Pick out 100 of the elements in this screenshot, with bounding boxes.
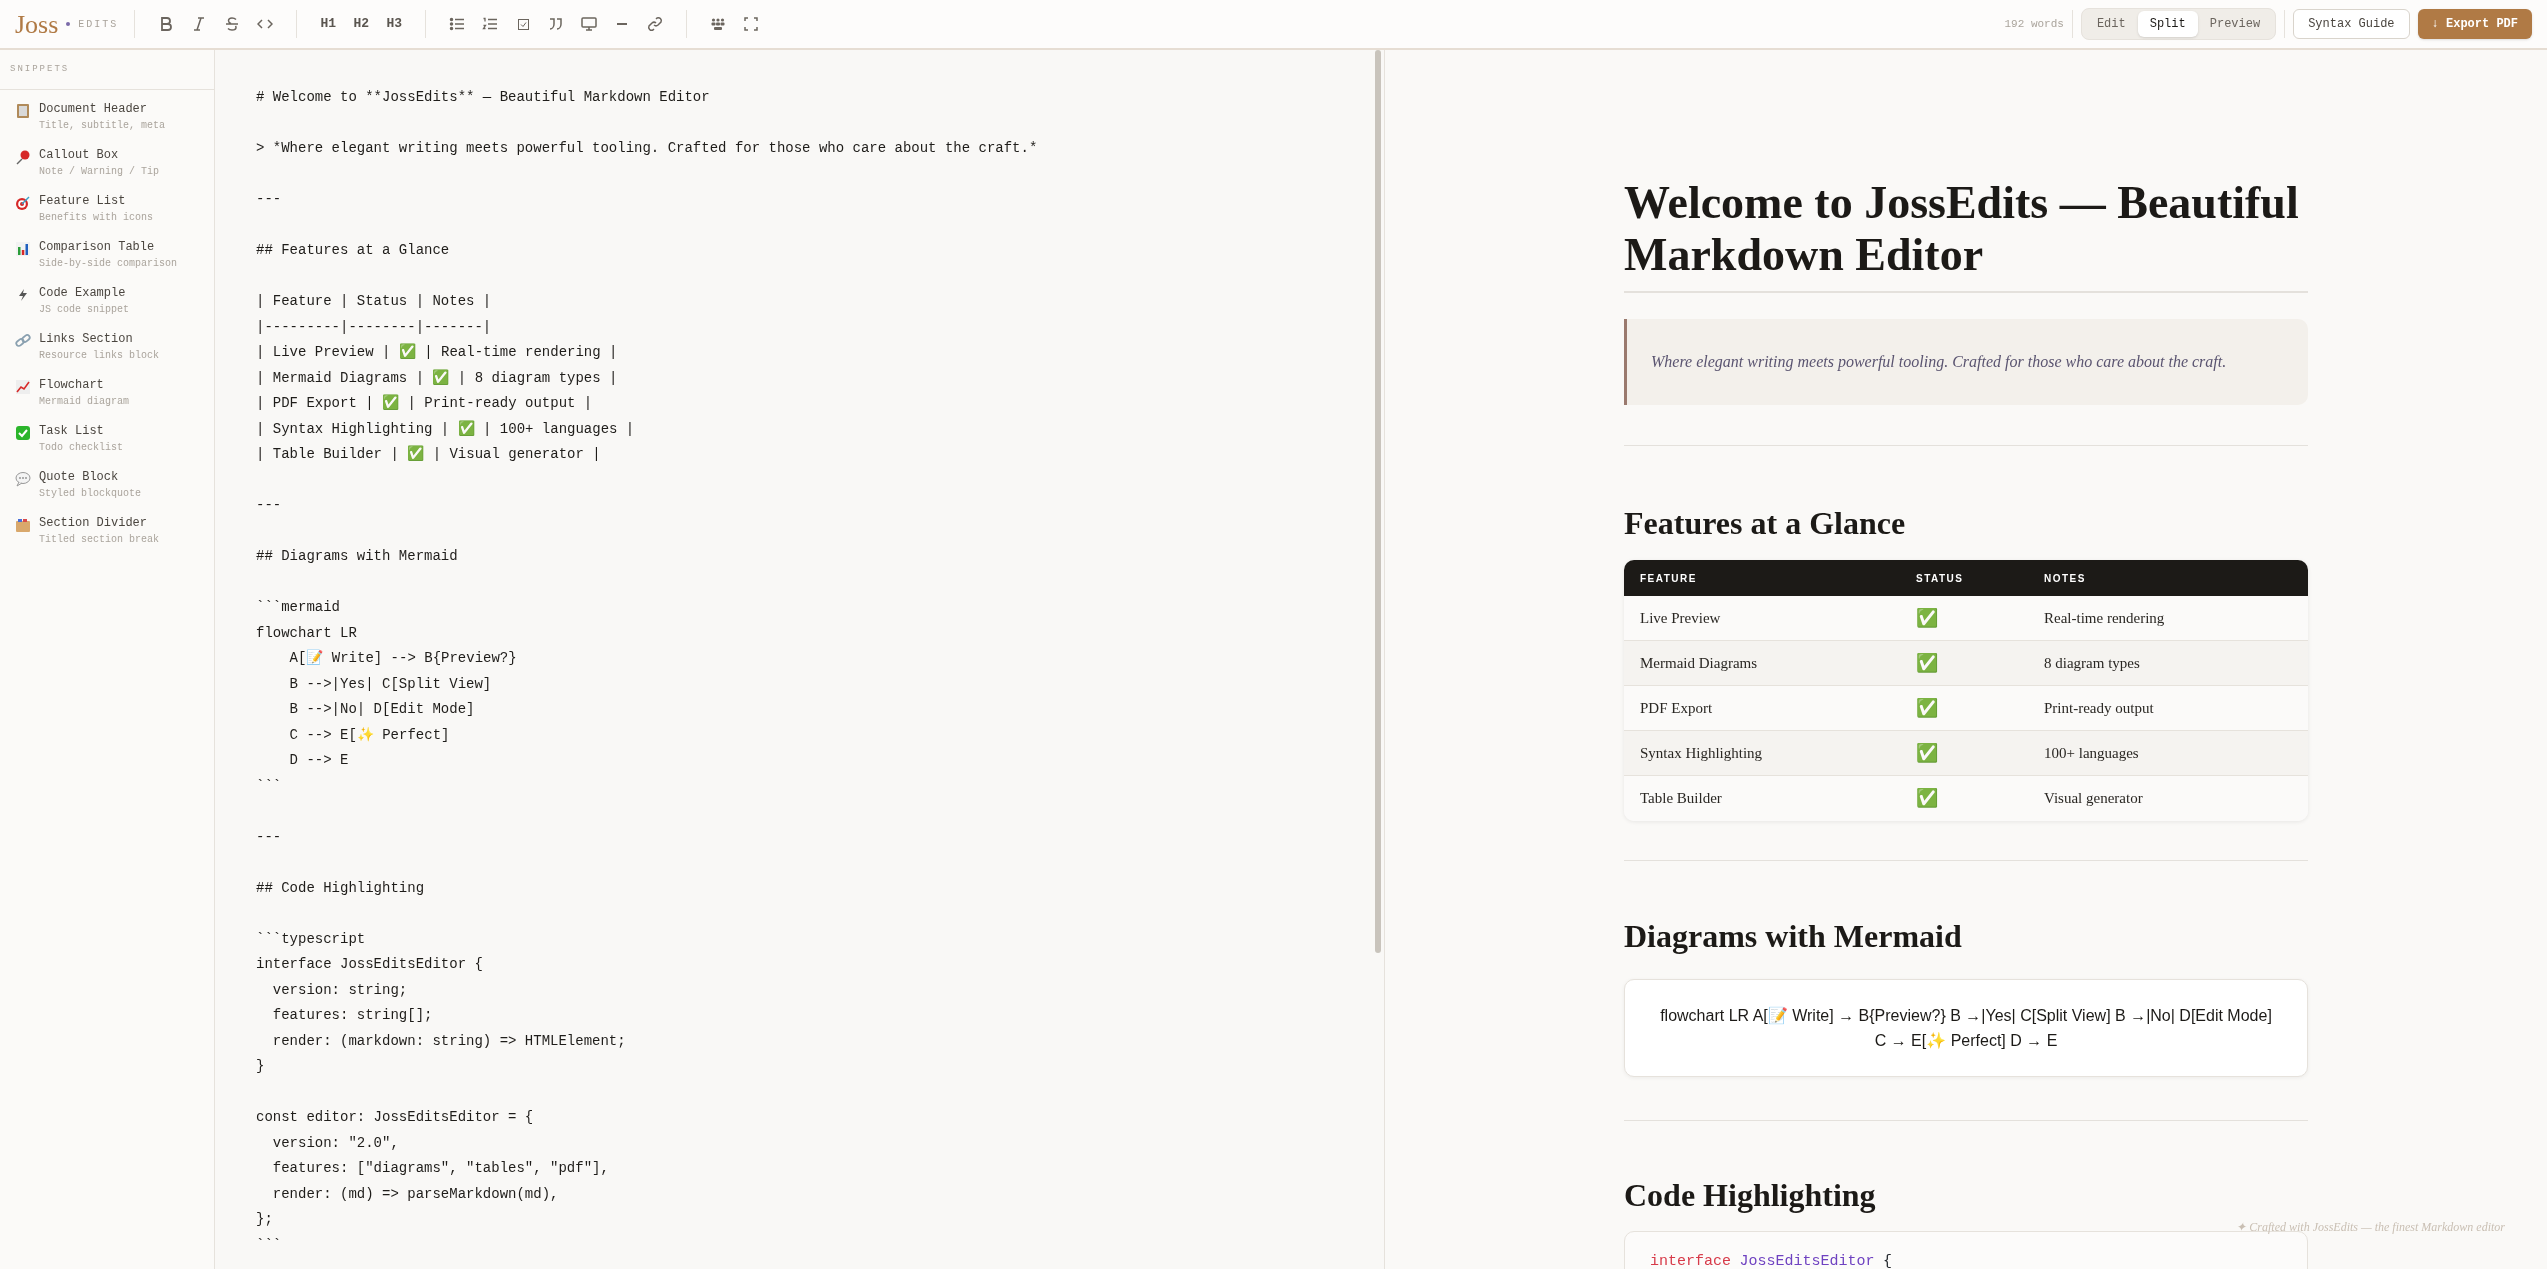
export-pdf-button[interactable]: ↓ Export PDF — [2417, 9, 2532, 39]
bullet-list-icon — [449, 16, 466, 32]
code-line: B -->|No| D[Edit Mode] — [288, 700, 476, 719]
snippet-item[interactable]: Comparison Table Side-by-side comparison — [0, 234, 214, 280]
speech-bubble-icon — [15, 471, 31, 487]
snippet-title: Task List — [39, 423, 105, 440]
code-line: version: string; — [271, 980, 409, 1000]
table-cell-text: Visual generator — [2043, 789, 2144, 809]
code-line: B -->|Yes| C[Split View] — [288, 674, 493, 694]
snippet-item[interactable]: Flowchart Mermaid diagram — [0, 372, 214, 418]
snippet-title: Section Divider — [39, 515, 149, 532]
code-line: --- — [256, 827, 283, 847]
code-token: interface — [1650, 1252, 1731, 1269]
code-line: ## Code Highlighting — [256, 878, 426, 898]
snippet-item[interactable]: Task List Todo checklist — [0, 418, 214, 464]
snippet-title: Comparison Table — [39, 239, 156, 256]
code-line: | Table Builder | ✅ | Visual generator | — [256, 444, 602, 464]
snippet-subtitle: Title, subtitle, meta — [39, 119, 166, 133]
bar-chart-icon — [15, 241, 31, 257]
line-chart-icon — [15, 379, 31, 395]
snippet-subtitle: Styled blockquote — [39, 487, 142, 501]
link-icon — [647, 16, 664, 32]
snippet-subtitle: Mermaid diagram — [39, 395, 129, 409]
strikethrough-icon — [224, 16, 241, 32]
snippet-item[interactable]: Document Header Title, subtitle, meta — [0, 96, 214, 142]
snippet-item[interactable]: Callout Box Note / Warning / Tip — [0, 142, 214, 188]
heading-button[interactable]: H3 — [379, 9, 410, 39]
code-line: features: string[]; — [271, 1006, 434, 1025]
snippet-title: Links Section — [39, 331, 134, 348]
code-line: ```typescript — [256, 929, 367, 949]
diagram-text: flowchart LR A[📝 Write] → B{Preview?} B →|Yes| C[Split View] B →|No| D[Edit Mode] C → E[✨ Perfect] D → E — [1659, 1006, 2273, 1051]
snippet-item[interactable]: Code Example JS code snippet — [0, 280, 214, 326]
code-line: }; — [256, 1210, 274, 1229]
code-line: version: "2.0", — [271, 1133, 400, 1153]
footer-note: ✦ Crafted with JossEdits — the finest Markdown editor — [2236, 1219, 2505, 1236]
logo-suffix: EDITS — [78, 17, 119, 32]
code-line: } — [256, 1057, 266, 1076]
snippet-title: Feature List — [39, 193, 127, 210]
column-header: FEATURE — [1639, 571, 1698, 586]
code-line: render: (markdown: string) => HTMLElement; — [271, 1031, 627, 1051]
view-mode-tab[interactable]: Edit — [2084, 11, 2138, 37]
snippet-subtitle: Resource links block — [39, 349, 160, 363]
monitor-icon — [581, 16, 598, 32]
table-cell-text: 100+ languages — [2043, 743, 2140, 763]
code-line: # Welcome to **JossEdits** — Beautiful Markdown Editor — [256, 88, 711, 107]
code-line: interface JossEditsEditor { — [256, 955, 484, 974]
quote-text: Where elegant writing meets powerful tooling. Crafted for those who care about the craft. — [1651, 352, 2227, 373]
code-line: --- — [256, 496, 283, 515]
view-mode-tab[interactable]: Preview — [2197, 11, 2273, 37]
scrollbar[interactable] — [1375, 50, 1381, 953]
syntax-guide-button[interactable]: Syntax Guide — [2293, 9, 2410, 39]
snippet-title: Code Example — [39, 285, 127, 302]
code-line: | Live Preview | ✅ | Real-time rendering | — [256, 342, 619, 362]
snippet-item[interactable]: Links Section Resource links block — [0, 326, 214, 372]
snippet-subtitle: Note / Warning / Tip — [39, 165, 160, 179]
code-line: features: ["diagrams", "tables", "pdf"], — [271, 1159, 610, 1178]
table-cell-text: PDF Export — [1639, 698, 1714, 718]
heading-button[interactable]: H1 — [313, 9, 344, 39]
heading-button[interactable]: H2 — [346, 9, 377, 39]
code-line: | Mermaid Diagrams | ✅ | 8 diagram types | — [256, 368, 619, 388]
table-cell-text: ✅ — [1915, 651, 1939, 675]
snippet-subtitle: Benefits with icons — [39, 211, 154, 225]
view-mode-tab[interactable]: Split — [2137, 11, 2198, 37]
snippet-item[interactable]: Section Divider Titled section break — [0, 510, 214, 556]
column-header: NOTES — [2043, 571, 2087, 586]
table-cell-text: Real-time rendering — [2043, 608, 2166, 628]
pin-icon — [15, 149, 31, 165]
table-cell-text: Print-ready output — [2043, 698, 2155, 718]
code-line: ## Features at a Glance — [256, 241, 451, 260]
snippet-item[interactable]: Quote Block Styled blockquote — [0, 464, 214, 510]
table-cell-text: ✅ — [1915, 606, 1939, 630]
code-line: |---------|--------|-------| — [256, 317, 493, 337]
document-icon — [15, 103, 31, 119]
code-line: | PDF Export | ✅ | Print-ready output | — [256, 393, 594, 413]
box-icon — [15, 517, 31, 533]
code-line: > *Where elegant writing meets powerful tooling. Crafted for those who care about the craft.* — [256, 139, 1039, 158]
code-line: ```mermaid — [256, 598, 341, 617]
code-line: | Feature | Status | Notes | — [256, 292, 493, 311]
code-line: render: (md) => parseMarkdown(md), — [271, 1184, 560, 1204]
document-title: Welcome to JossEdits — Beautiful Markdown Editor — [1624, 177, 2308, 293]
sidebar-title: SNIPPETS — [10, 62, 70, 76]
table-cell-text: Live Preview — [1639, 608, 1722, 628]
quote-icon — [548, 16, 565, 32]
snippet-item[interactable]: Feature List Benefits with icons — [0, 188, 214, 234]
people-icon — [711, 18, 726, 30]
table-cell-text: Syntax Highlighting — [1639, 743, 1764, 763]
snippet-title: Callout Box — [39, 147, 120, 164]
horizontal-rule-icon — [617, 23, 628, 25]
bold-icon — [158, 16, 175, 32]
table-cell-text: ✅ — [1915, 741, 1939, 765]
numbered-list-icon — [482, 16, 499, 32]
logo: Joss — [15, 8, 59, 41]
snippet-title: Flowchart — [39, 377, 105, 394]
fullscreen-icon — [744, 17, 759, 31]
code-token: { — [1883, 1252, 1893, 1269]
code-line: --- — [256, 190, 283, 209]
target-icon — [15, 195, 31, 211]
code-line: D --> E — [288, 751, 350, 770]
snippet-subtitle: Titled section break — [39, 533, 160, 547]
snippet-subtitle: Todo checklist — [39, 441, 123, 455]
